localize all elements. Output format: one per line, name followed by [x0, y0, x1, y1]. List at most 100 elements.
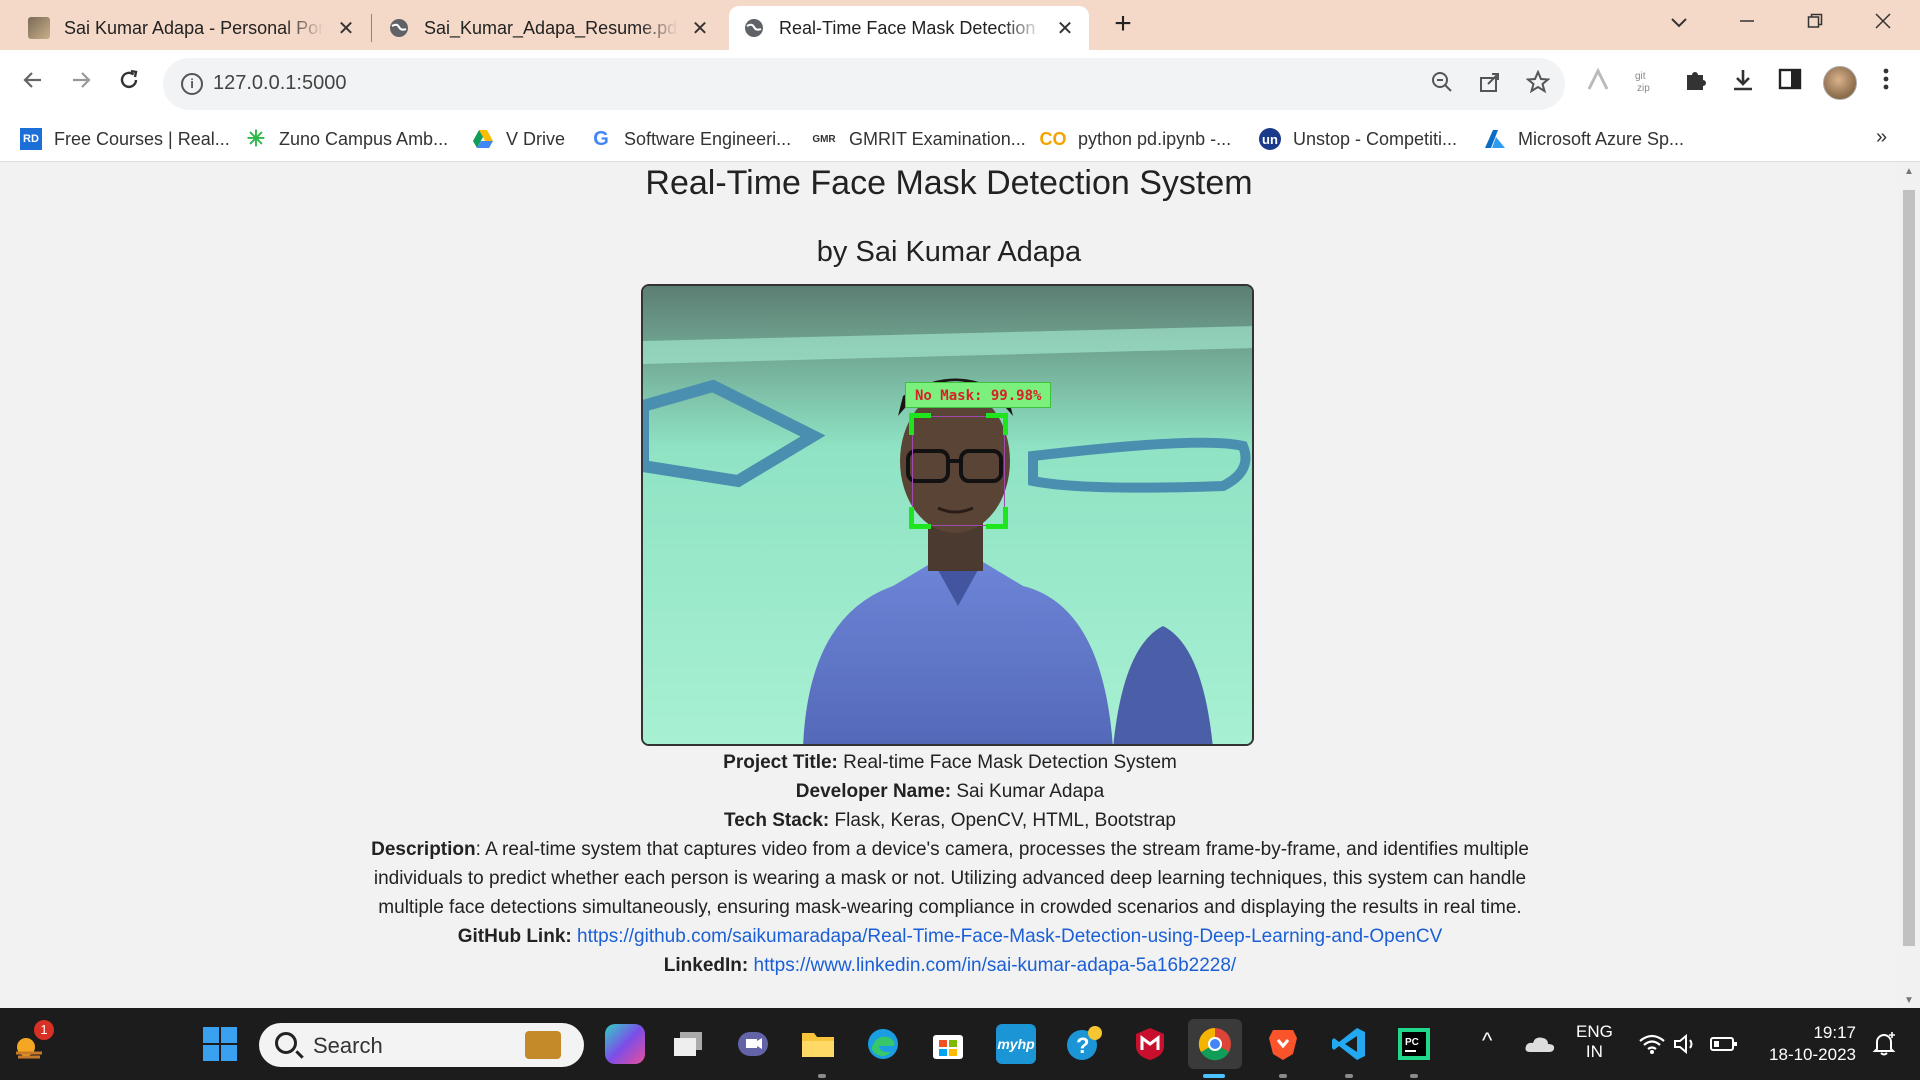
- asterisk-icon: ✳: [246, 126, 266, 151]
- bookmark-unstop[interactable]: un Unstop - Competiti...: [1259, 125, 1457, 153]
- teams-chat-icon[interactable]: [733, 1024, 773, 1064]
- search-placeholder: Search: [313, 1033, 383, 1058]
- running-indicator: [818, 1074, 826, 1078]
- language-indicator[interactable]: ENG IN: [1576, 1022, 1613, 1062]
- corner-top-left: [909, 413, 931, 435]
- url-text[interactable]: 127.0.0.1:5000: [213, 72, 346, 95]
- profile-avatar[interactable]: [1823, 66, 1857, 100]
- copilot-icon[interactable]: [605, 1024, 645, 1064]
- scroll-up-arrow-icon[interactable]: ▲: [1903, 166, 1915, 177]
- download-icon[interactable]: [1727, 67, 1759, 99]
- linkedin-link[interactable]: https://www.linkedin.com/in/sai-kumar-ad…: [754, 955, 1237, 976]
- bookmark-free-courses[interactable]: RD Free Courses | Real...: [20, 125, 230, 153]
- page-scrollbar[interactable]: ▲ ▼: [1898, 162, 1920, 1008]
- description-line-3: multiple face detections simultaneously,…: [378, 897, 1522, 918]
- notification-bell-icon[interactable]: [1864, 1024, 1904, 1064]
- developer-value: Sai Kumar Adapa: [956, 781, 1105, 802]
- close-window-icon[interactable]: [1860, 8, 1906, 38]
- minimize-icon[interactable]: [1724, 8, 1770, 38]
- corner-bottom-right: [986, 507, 1008, 529]
- corner-top-right: [986, 413, 1008, 435]
- tech-stack-row: Tech Stack: Flask, Keras, OpenCV, HTML, …: [340, 806, 1560, 835]
- microsoft-store-icon[interactable]: [928, 1024, 968, 1064]
- bookmark-gmrit[interactable]: GMR GMRIT Examination...: [811, 125, 1025, 153]
- project-title-row: Project Title: Real-time Face Mask Detec…: [340, 748, 1560, 777]
- windows-taskbar: 1 Search myhp ? PC ^ ENG IN 19:17 18-10-…: [0, 1008, 1920, 1080]
- bookmark-azure[interactable]: Microsoft Azure Sp...: [1484, 125, 1684, 153]
- language-region: IN: [1585, 1042, 1603, 1061]
- linkedin-row: LinkedIn: https://www.linkedin.com/in/sa…: [340, 951, 1560, 980]
- azure-icon: [1484, 128, 1506, 150]
- taskbar-search[interactable]: Search: [259, 1023, 584, 1067]
- show-hidden-icons-chevron[interactable]: ^: [1482, 1028, 1492, 1054]
- edge-icon[interactable]: [863, 1024, 903, 1064]
- scrollbar-thumb[interactable]: [1903, 190, 1915, 946]
- start-windows-icon[interactable]: [200, 1024, 240, 1064]
- close-icon[interactable]: ✕: [1055, 16, 1075, 41]
- tab-resume[interactable]: Sai_Kumar_Adapa_Resume.pdf ✕: [374, 6, 724, 50]
- tab-portfolio[interactable]: Sai Kumar Adapa - Personal Port ✕: [14, 6, 370, 50]
- tab-title: Sai_Kumar_Adapa_Resume.pdf: [424, 17, 678, 38]
- vscode-icon[interactable]: [1329, 1024, 1369, 1064]
- menu-kebab-icon[interactable]: [1870, 67, 1902, 99]
- browser-toolbar: i 127.0.0.1:5000 git zip: [0, 50, 1920, 116]
- myhp-icon[interactable]: myhp: [996, 1024, 1036, 1064]
- tech-stack-value: Flask, Keras, OpenCV, HTML, Bootstrap: [834, 810, 1176, 831]
- bookmark-colab[interactable]: CO python pd.ipynb -...: [1040, 125, 1232, 153]
- svg-text:git: git: [1635, 71, 1646, 82]
- volume-icon[interactable]: [1666, 1024, 1706, 1064]
- extension-a-icon[interactable]: [1582, 67, 1614, 99]
- mcafee-icon[interactable]: [1130, 1024, 1170, 1064]
- bookmark-zuno[interactable]: ✳ Zuno Campus Amb...: [245, 125, 448, 153]
- close-icon[interactable]: ✕: [690, 16, 710, 41]
- help-icon[interactable]: ?: [1064, 1024, 1104, 1064]
- briefcase-icon: [525, 1031, 561, 1059]
- close-icon[interactable]: ✕: [336, 16, 356, 41]
- side-panel-icon[interactable]: [1774, 67, 1806, 99]
- new-tab-button[interactable]: +: [1108, 9, 1138, 40]
- bookmark-star-icon[interactable]: [1524, 69, 1552, 98]
- battery-icon[interactable]: [1704, 1024, 1744, 1064]
- bookmarks-bar: RD Free Courses | Real... ✳ Zuno Campus …: [0, 116, 1920, 162]
- bookmark-label: Zuno Campus Amb...: [279, 128, 449, 149]
- gitzip-icon[interactable]: git zip: [1631, 67, 1663, 99]
- file-explorer-icon[interactable]: [798, 1024, 838, 1064]
- running-indicator: [1345, 1074, 1353, 1078]
- github-link[interactable]: https://github.com/saikumaradapa/Real-Ti…: [577, 926, 1442, 947]
- unstop-icon: un: [1259, 128, 1281, 150]
- clock-date: 18-10-2023: [1769, 1045, 1856, 1064]
- github-label: GitHub Link:: [457, 926, 572, 947]
- onedrive-icon[interactable]: [1520, 1024, 1560, 1064]
- scroll-down-arrow-icon[interactable]: ▼: [1903, 995, 1915, 1006]
- restore-icon[interactable]: [1792, 8, 1838, 38]
- chrome-icon[interactable]: [1188, 1019, 1242, 1069]
- bookmark-software-engineering[interactable]: G Software Engineeri...: [590, 125, 791, 153]
- bookmark-label: Software Engineeri...: [624, 128, 792, 149]
- zoom-icon[interactable]: [1428, 70, 1456, 98]
- bookmark-v-drive[interactable]: V Drive: [472, 125, 565, 153]
- address-bar[interactable]: i 127.0.0.1:5000: [163, 58, 1565, 110]
- back-arrow-icon[interactable]: [14, 64, 52, 102]
- forward-arrow-icon[interactable]: [62, 64, 100, 102]
- reload-icon[interactable]: [110, 64, 148, 102]
- tab-title: Sai Kumar Adapa - Personal Port: [64, 17, 324, 38]
- extensions-puzzle-icon[interactable]: [1680, 67, 1712, 99]
- tab-face-mask[interactable]: Real-Time Face Mask Detection S ✕: [729, 6, 1089, 50]
- rd-icon: RD: [20, 128, 42, 150]
- tab-separator: [371, 14, 372, 42]
- page-subtitle: by Sai Kumar Adapa: [816, 236, 1082, 268]
- detection-box: [909, 413, 1008, 529]
- bookmarks-more-chevron[interactable]: »: [1876, 126, 1887, 149]
- task-view-icon[interactable]: [668, 1024, 708, 1064]
- description-line-1: : A real-time system that captures video…: [475, 839, 1529, 860]
- brave-icon[interactable]: [1263, 1024, 1303, 1064]
- share-icon[interactable]: [1476, 70, 1504, 98]
- clock[interactable]: 19:17 18-10-2023: [1760, 1022, 1856, 1066]
- site-info-icon[interactable]: i: [181, 73, 203, 95]
- description-row: Description: A real-time system that cap…: [340, 835, 1560, 864]
- globe-icon: [743, 17, 765, 39]
- tab-search-chevron-icon[interactable]: [1656, 8, 1702, 38]
- drive-icon: [472, 128, 494, 150]
- pycharm-icon[interactable]: PC: [1394, 1024, 1434, 1064]
- project-title-label: Project Title:: [723, 752, 838, 773]
